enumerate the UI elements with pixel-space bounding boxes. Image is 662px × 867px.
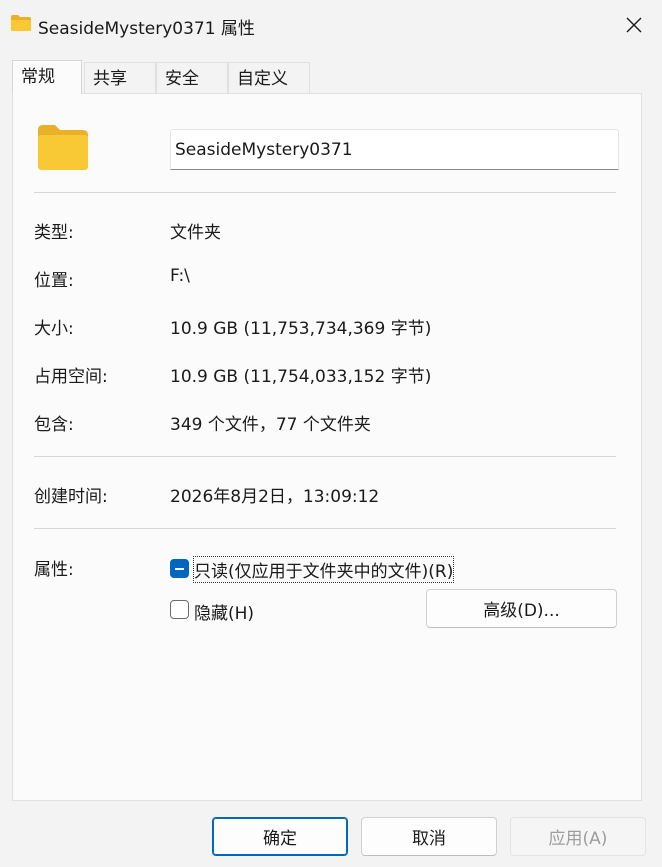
- close-button[interactable]: [606, 0, 662, 50]
- size-on-disk-label: 占用空间:: [34, 367, 108, 387]
- location-value: F:\: [170, 266, 190, 286]
- created-value: 2026年8月2日，13:09:12: [170, 487, 380, 507]
- contains-label: 包含:: [34, 415, 74, 435]
- size-on-disk-value: 10.9 GB (11,754,033,152 字节): [170, 367, 432, 387]
- type-label: 类型:: [34, 223, 74, 243]
- folder-name-input[interactable]: [170, 129, 619, 170]
- separator: [34, 192, 616, 193]
- size-label: 大小:: [34, 319, 74, 339]
- apply-button[interactable]: 应用(A): [510, 817, 646, 856]
- tab-security[interactable]: 安全: [156, 62, 228, 94]
- general-tab-panel: [12, 93, 642, 801]
- readonly-label[interactable]: 只读(仅应用于文件夹中的文件)(R): [192, 556, 455, 583]
- tab-sharing[interactable]: 共享: [84, 62, 156, 94]
- attributes-label: 属性:: [34, 560, 74, 580]
- advanced-button[interactable]: 高级(D)...: [426, 589, 617, 628]
- folder-icon: [11, 15, 31, 31]
- hidden-label[interactable]: 隐藏(H): [194, 599, 254, 624]
- size-value: 10.9 GB (11,753,734,369 字节): [170, 319, 432, 339]
- tab-customize[interactable]: 自定义: [228, 62, 310, 94]
- title-bar: SeasideMystery0371 属性: [0, 0, 662, 50]
- contains-value: 349 个文件，77 个文件夹: [170, 415, 371, 435]
- location-label: 位置:: [34, 271, 74, 291]
- created-label: 创建时间:: [34, 487, 108, 507]
- separator: [34, 528, 616, 529]
- readonly-checkbox[interactable]: [170, 559, 189, 578]
- cancel-button[interactable]: 取消: [361, 817, 497, 856]
- window-title: SeasideMystery0371 属性: [38, 19, 255, 39]
- hidden-checkbox[interactable]: [170, 600, 189, 619]
- tab-general[interactable]: 常规: [12, 60, 82, 94]
- close-icon: [626, 17, 642, 33]
- folder-icon: [38, 125, 88, 170]
- ok-button[interactable]: 确定: [212, 817, 348, 856]
- separator: [34, 456, 616, 457]
- type-value: 文件夹: [170, 223, 221, 243]
